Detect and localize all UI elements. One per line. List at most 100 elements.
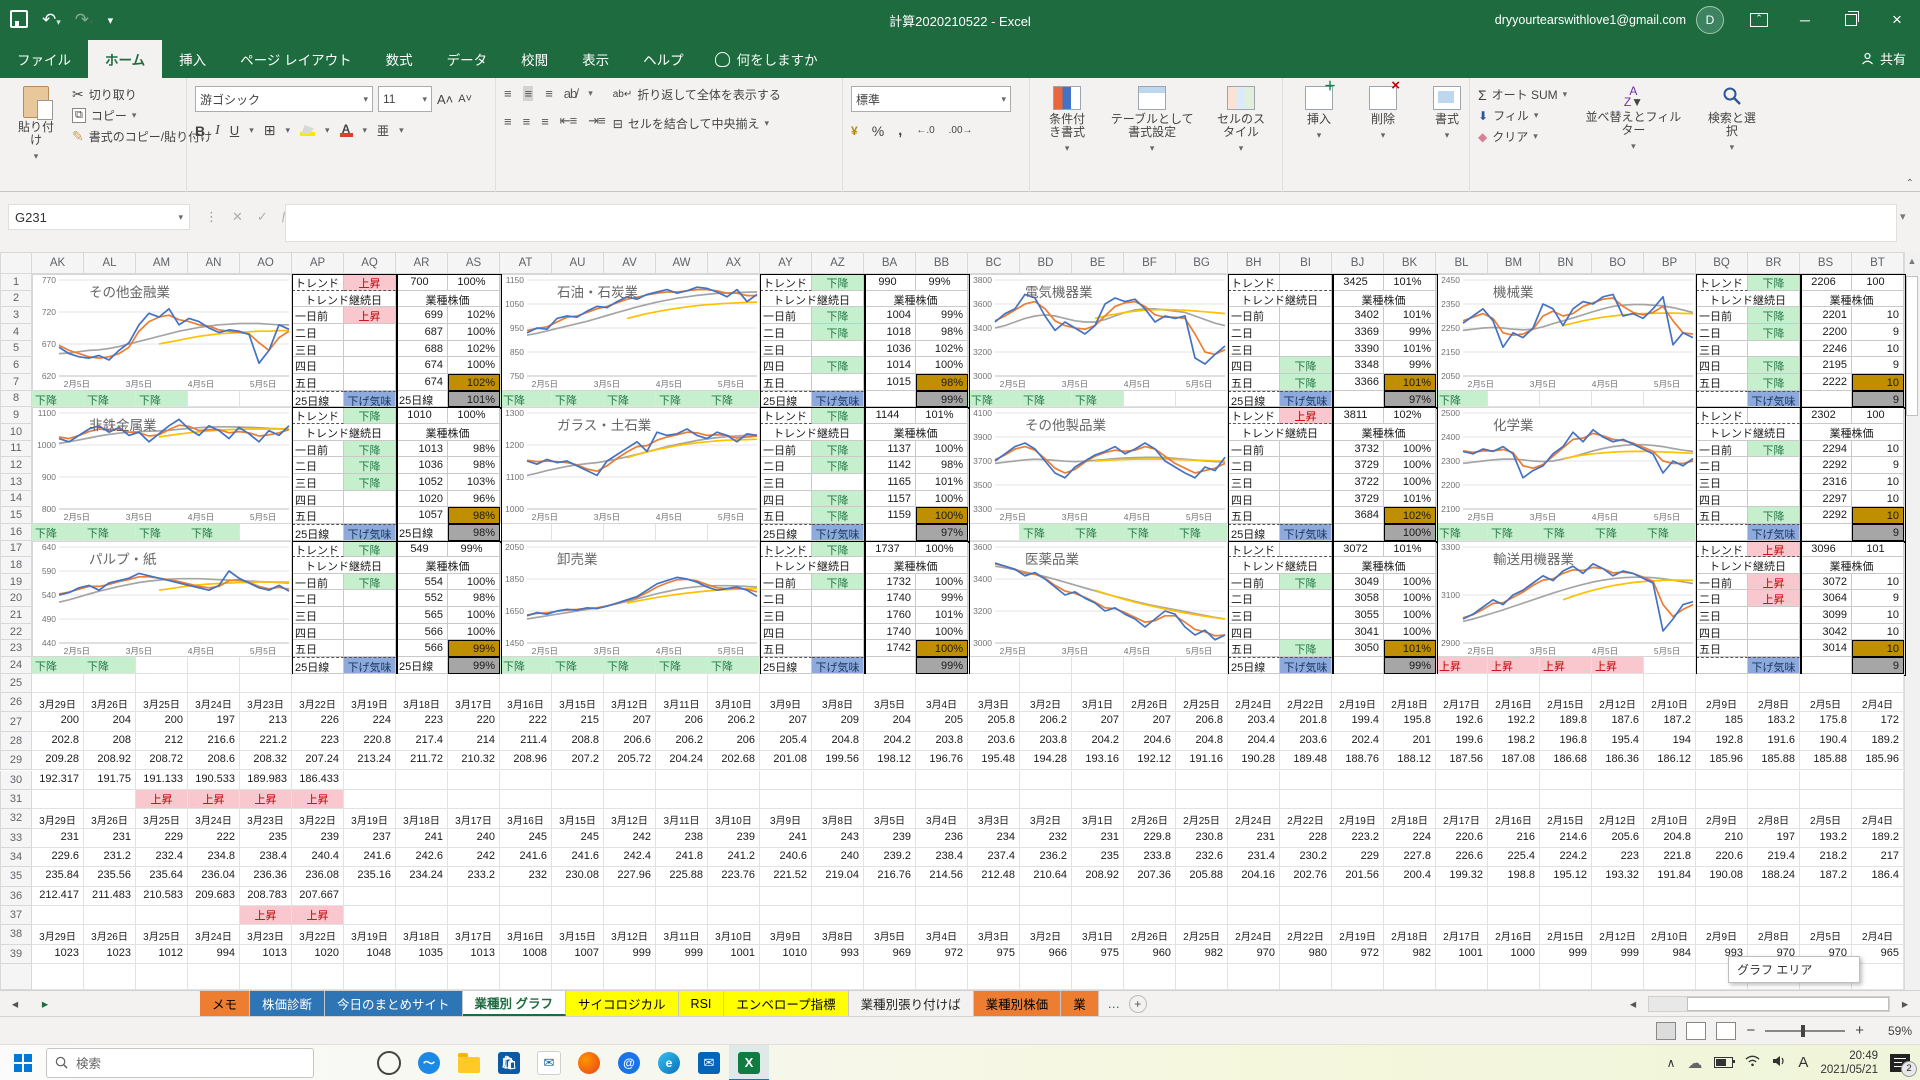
normal-view-icon[interactable]	[1656, 1022, 1676, 1040]
at-mail-app-icon[interactable]: @	[609, 1045, 649, 1080]
row-header-34[interactable]: 34	[0, 848, 32, 867]
column-header-BG[interactable]: BG	[1176, 252, 1228, 274]
row-header-26[interactable]: 26	[0, 693, 32, 712]
align-left-icon[interactable]: ≡	[504, 114, 511, 129]
onedrive-icon[interactable]: ☁	[1687, 1054, 1702, 1072]
volume-icon[interactable]	[1772, 1055, 1786, 1070]
embedded-chart-卸売業[interactable]: 20501850165014502月5日3月5日4月5日5月5日卸売業	[500, 541, 760, 658]
row-header-35[interactable]: 35	[0, 867, 32, 886]
row-header-16[interactable]: 16	[0, 524, 32, 541]
column-header-BQ[interactable]: BQ	[1696, 252, 1748, 274]
increase-indent-icon[interactable]: ⇥≡	[588, 113, 604, 129]
row-header-11[interactable]: 11	[0, 441, 32, 458]
ribbon-tab-数式[interactable]: 数式	[369, 40, 430, 78]
font-size-combo[interactable]: 11▾	[378, 86, 432, 112]
row-header-40[interactable]	[0, 964, 32, 990]
excel-app-icon[interactable]: X	[729, 1045, 769, 1080]
borders-button[interactable]: ⊞	[264, 122, 276, 139]
column-header-AS[interactable]: AS	[448, 252, 500, 274]
formula-input[interactable]	[285, 204, 1897, 242]
embedded-chart-パルプ・紙[interactable]: 6405905404904402月5日3月5日4月5日5月5日パルプ・紙	[32, 541, 292, 658]
embedded-chart-その他金融業[interactable]: 7707206706202月5日3月5日4月5日5月5日その他金融業	[32, 274, 292, 391]
column-header-AW[interactable]: AW	[656, 252, 708, 274]
row-header-20[interactable]: 20	[0, 590, 32, 607]
customize-qat-button[interactable]: ▾	[108, 14, 114, 27]
row-header-29[interactable]: 29	[0, 751, 32, 770]
phonetic-button[interactable]: 亜	[377, 122, 389, 139]
sheet-tab-業[interactable]: 業	[1061, 991, 1099, 1016]
column-header-BS[interactable]: BS	[1800, 252, 1852, 274]
ribbon-tab-ページ レイアウト[interactable]: ページ レイアウト	[223, 40, 368, 78]
row-header-3[interactable]: 3	[0, 307, 32, 324]
number-format-combo[interactable]: 標準▾	[851, 86, 1011, 112]
format-cells-button[interactable]: 書式▾	[1419, 84, 1475, 197]
sheet-tab-サイコロジカル[interactable]: サイコロジカル	[566, 991, 679, 1016]
increase-font-icon[interactable]: A˄	[437, 92, 453, 107]
ribbon-tab-校閲[interactable]: 校閲	[504, 40, 565, 78]
close-button[interactable]: ×	[1874, 0, 1920, 40]
sheet-tab-エンベロープ指標[interactable]: エンベロープ指標	[724, 991, 848, 1016]
formula-bar-expand-icon[interactable]: ▾	[1900, 210, 1906, 223]
decrease-decimal-icon[interactable]: .00→	[949, 125, 973, 136]
row-header-6[interactable]: 6	[0, 357, 32, 374]
currency-button[interactable]: ¥	[851, 124, 858, 138]
sheet-nav-left-icon[interactable]: ◂	[0, 991, 30, 1016]
wrap-text-button[interactable]: ab↵折り返して全体を表示する	[613, 86, 781, 103]
ribbon-display-options-button[interactable]: ⌃	[1736, 0, 1782, 40]
fill-button[interactable]: ⬇フィル▾	[1478, 107, 1567, 124]
app-icon-blue[interactable]: ～	[409, 1045, 449, 1080]
row-header-27[interactable]: 27	[0, 712, 32, 731]
taskview-app-icon[interactable]	[369, 1045, 409, 1080]
start-button[interactable]	[0, 1045, 46, 1080]
row-header-7[interactable]: 7	[0, 374, 32, 391]
sheet-tab-株価診断[interactable]: 株価診断	[250, 991, 325, 1016]
column-header-BC[interactable]: BC	[968, 252, 1020, 274]
embedded-chart-機械業[interactable]: 245023502250215020502月5日3月5日4月5日5月5日機械業	[1436, 274, 1696, 391]
sheet-nav-right-icon[interactable]: ▸	[30, 991, 60, 1016]
column-header-AU[interactable]: AU	[552, 252, 604, 274]
sheet-tab-メモ[interactable]: メモ	[200, 991, 250, 1016]
horizontal-scrollbar[interactable]	[1648, 996, 1890, 1012]
mail-app-icon[interactable]: ✉	[529, 1045, 569, 1080]
column-header-AP[interactable]: AP	[292, 252, 344, 274]
sheet-tab-業種別株価[interactable]: 業種別株価	[974, 991, 1062, 1016]
embedded-chart-輸送用機器業[interactable]: 3300310029002月5日3月5日4月5日5月5日輸送用機器業	[1436, 541, 1696, 658]
column-header-BA[interactable]: BA	[864, 252, 916, 274]
row-header-28[interactable]: 28	[0, 732, 32, 751]
row-header-25[interactable]: 25	[0, 674, 32, 693]
bold-button[interactable]: B	[195, 123, 205, 139]
row-header-18[interactable]: 18	[0, 557, 32, 574]
column-header-BB[interactable]: BB	[916, 252, 968, 274]
italic-button[interactable]: I	[215, 123, 220, 139]
ribbon-tab-ファイル[interactable]: ファイル	[0, 40, 88, 78]
row-header-32[interactable]: 32	[0, 809, 32, 828]
store-app-icon[interactable]: 🛍	[489, 1045, 529, 1080]
tell-me-search[interactable]: 何をしますか	[701, 40, 832, 78]
column-header-AO[interactable]: AO	[240, 252, 292, 274]
format-as-table-button[interactable]: テーブルとして書式設定▾	[1104, 84, 1200, 197]
scroll-up-icon[interactable]: ▲	[1904, 252, 1920, 270]
decrease-font-icon[interactable]: A˅	[458, 93, 472, 105]
row-header-33[interactable]: 33	[0, 829, 32, 848]
row-header-10[interactable]: 10	[0, 424, 32, 441]
sheet-tab-今日のまとめサイト[interactable]: 今日のまとめサイト	[325, 991, 463, 1016]
row-header-17[interactable]: 17	[0, 541, 32, 558]
row-header-13[interactable]: 13	[0, 474, 32, 491]
orientation-icon[interactable]: ab̸	[564, 86, 576, 101]
explorer-app-icon[interactable]	[449, 1045, 489, 1080]
row-header-19[interactable]: 19	[0, 574, 32, 591]
align-right-icon[interactable]: ≡	[541, 114, 548, 129]
hscroll-right-icon[interactable]: ▸	[1890, 991, 1920, 1016]
align-center-icon[interactable]: ≡	[523, 114, 530, 129]
row-header-39[interactable]: 39	[0, 945, 32, 964]
embedded-chart-石油・石炭業[interactable]: 115010509508507502月5日3月5日4月5日5月5日石油・石炭業	[500, 274, 760, 391]
column-header-BD[interactable]: BD	[1020, 252, 1072, 274]
page-layout-view-icon[interactable]	[1686, 1022, 1706, 1040]
font-name-combo[interactable]: 游ゴシック▾	[195, 86, 373, 112]
zoom-in-icon[interactable]: +	[1855, 1022, 1864, 1039]
sheet-tab-業種別張り付けば[interactable]: 業種別張り付けば	[849, 991, 974, 1016]
cancel-icon[interactable]: ✕	[232, 209, 243, 225]
more-sheets-ellipsis[interactable]: …	[1099, 991, 1129, 1016]
merge-center-button[interactable]: ⊟セルを結合して中央揃え▾	[613, 115, 781, 132]
collapse-ribbon-icon[interactable]: ⌃	[1906, 178, 1914, 189]
